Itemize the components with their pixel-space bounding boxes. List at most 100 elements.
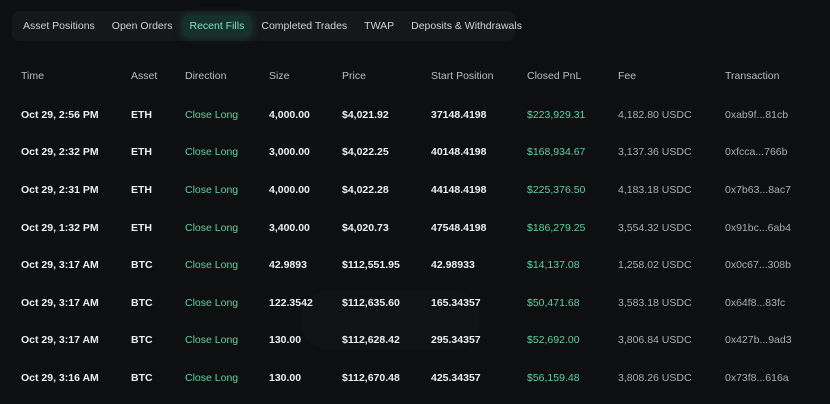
table-row: Oct 29, 2:31 PM ETH Close Long 4,000.00 $4,0…: [0, 171, 830, 209]
direction-cell: Close Long: [185, 108, 239, 121]
table-row: Oct 29, 3:17 AM BTC Close Long 122.3542 $112…: [0, 284, 830, 322]
fee-cell: 3,808.26 USDC: [618, 371, 692, 384]
asset-cell: BTC: [131, 296, 153, 309]
tab-twap[interactable]: TWAP: [357, 15, 401, 37]
table-row: Oct 29, 3:17 AM BTC Close Long 130.00 $112,6…: [0, 322, 830, 360]
size-cell: 3,000.00: [269, 146, 310, 159]
price-cell: $112,670.48: [342, 371, 400, 384]
asset-cell: ETH: [131, 183, 152, 196]
closed-pnl-cell: $52,692.00: [527, 334, 580, 347]
start-position-cell: 47548.4198: [431, 221, 487, 234]
price-cell: $4,020.73: [342, 221, 389, 234]
price-cell: $4,022.28: [342, 183, 389, 196]
fee-cell: 1,258.02 USDC: [618, 259, 692, 272]
tab-bar: Asset Positions Open Orders Recent Fills Co…: [12, 11, 522, 41]
column-header-asset[interactable]: Asset: [131, 56, 185, 96]
recent-fills-table: Time Asset Direction Size Price Start Positio…: [0, 56, 830, 397]
start-position-cell: 165.34357: [431, 296, 481, 309]
price-cell: $112,551.95: [342, 259, 400, 272]
direction-cell: Close Long: [185, 296, 239, 309]
asset-cell: BTC: [131, 371, 153, 384]
fee-cell: 3,137.36 USDC: [618, 146, 692, 159]
size-cell: 3,400.00: [269, 221, 310, 234]
column-header-direction[interactable]: Direction: [185, 56, 269, 96]
time-cell: Oct 29, 3:16 AM: [21, 371, 99, 384]
start-position-cell: 44148.4198: [431, 183, 487, 196]
start-position-cell: 42.98933: [431, 259, 475, 272]
transaction-link[interactable]: 0x64f8...83fc: [725, 284, 830, 322]
fee-cell: 3,583.18 USDC: [618, 296, 692, 309]
tab-recent-fills[interactable]: Recent Fills: [182, 15, 252, 37]
asset-cell: BTC: [131, 259, 153, 272]
closed-pnl-cell: $168,934.67: [527, 146, 586, 159]
size-cell: 122.3542: [269, 296, 313, 309]
column-header-fee[interactable]: Fee: [618, 56, 725, 96]
direction-cell: Close Long: [185, 146, 239, 159]
direction-cell: Close Long: [185, 183, 239, 196]
size-cell: 42.9893: [269, 259, 307, 272]
fee-cell: 4,183.18 USDC: [618, 183, 692, 196]
closed-pnl-cell: $14,137.08: [527, 259, 580, 272]
closed-pnl-cell: $56,159.48: [527, 371, 580, 384]
closed-pnl-cell: $186,279.25: [527, 221, 586, 234]
time-cell: Oct 29, 1:32 PM: [21, 221, 99, 234]
transaction-link[interactable]: 0x427b...9ad3: [725, 322, 830, 360]
start-position-cell: 295.34357: [431, 334, 481, 347]
table-row: Oct 29, 1:32 PM ETH Close Long 3,400.00 $4,0…: [0, 209, 830, 247]
closed-pnl-cell: $50,471.68: [527, 296, 580, 309]
transaction-link[interactable]: 0x0c67...308b: [725, 246, 830, 284]
asset-cell: ETH: [131, 146, 152, 159]
direction-cell: Close Long: [185, 334, 239, 347]
column-header-start-position[interactable]: Start Position: [431, 56, 527, 96]
direction-cell: Close Long: [185, 259, 239, 272]
table-row: Oct 29, 3:16 AM BTC Close Long 130.00 $112,6…: [0, 359, 830, 397]
column-header-closed-pnl[interactable]: Closed PnL: [527, 56, 618, 96]
transaction-link[interactable]: 0xfcca...766b: [725, 134, 830, 172]
start-position-cell: 37148.4198: [431, 108, 487, 121]
tab-open-orders[interactable]: Open Orders: [105, 15, 180, 37]
fee-cell: 4,182.80 USDC: [618, 108, 692, 121]
asset-cell: ETH: [131, 221, 152, 234]
size-cell: 130.00: [269, 334, 302, 347]
transaction-link[interactable]: 0x73f8...616a: [725, 359, 830, 397]
time-cell: Oct 29, 2:31 PM: [21, 183, 99, 196]
column-header-time[interactable]: Time: [0, 56, 131, 96]
table-row: Oct 29, 3:17 AM BTC Close Long 42.9893 $112,…: [0, 246, 830, 284]
table-row: Oct 29, 2:56 PM ETH Close Long 4,000.00 $4,0…: [0, 96, 830, 134]
asset-cell: ETH: [131, 108, 152, 121]
tab-completed-trades[interactable]: Completed Trades: [254, 15, 354, 37]
table-row: Oct 29, 2:32 PM ETH Close Long 3,000.00 $4,0…: [0, 134, 830, 172]
time-cell: Oct 29, 2:32 PM: [21, 146, 99, 159]
column-header-price[interactable]: Price: [342, 56, 431, 96]
closed-pnl-cell: $225,376.50: [527, 183, 586, 196]
tab-deposits-withdrawals[interactable]: Deposits & Withdrawals: [404, 15, 529, 37]
price-cell: $112,635.60: [342, 296, 400, 309]
time-cell: Oct 29, 2:56 PM: [21, 108, 99, 121]
transaction-link[interactable]: 0x91bc...6ab4: [725, 209, 830, 247]
time-cell: Oct 29, 3:17 AM: [21, 296, 99, 309]
direction-cell: Close Long: [185, 371, 239, 384]
fee-cell: 3,806.84 USDC: [618, 334, 692, 347]
start-position-cell: 425.34357: [431, 371, 481, 384]
price-cell: $4,021.92: [342, 108, 389, 121]
tab-asset-positions[interactable]: Asset Positions: [16, 15, 102, 37]
time-cell: Oct 29, 3:17 AM: [21, 259, 99, 272]
direction-cell: Close Long: [185, 221, 239, 234]
closed-pnl-cell: $223,929.31: [527, 108, 586, 121]
size-cell: 4,000.00: [269, 183, 310, 196]
table-header: Time Asset Direction Size Price Start Positio…: [0, 56, 830, 96]
time-cell: Oct 29, 3:17 AM: [21, 334, 99, 347]
column-header-size[interactable]: Size: [269, 56, 342, 96]
price-cell: $112,628.42: [342, 334, 400, 347]
price-cell: $4,022.25: [342, 146, 389, 159]
table-body: Oct 29, 2:56 PM ETH Close Long 4,000.00 $4,0…: [0, 96, 830, 397]
column-header-transaction[interactable]: Transaction: [725, 56, 830, 96]
size-cell: 130.00: [269, 371, 302, 384]
fee-cell: 3,554.32 USDC: [618, 221, 692, 234]
asset-cell: BTC: [131, 334, 153, 347]
start-position-cell: 40148.4198: [431, 146, 487, 159]
header-row: Time Asset Direction Size Price Start Positio…: [0, 56, 830, 96]
size-cell: 4,000.00: [269, 108, 310, 121]
transaction-link[interactable]: 0x7b63...8ac7: [725, 171, 830, 209]
transaction-link[interactable]: 0xab9f...81cb: [725, 96, 830, 134]
